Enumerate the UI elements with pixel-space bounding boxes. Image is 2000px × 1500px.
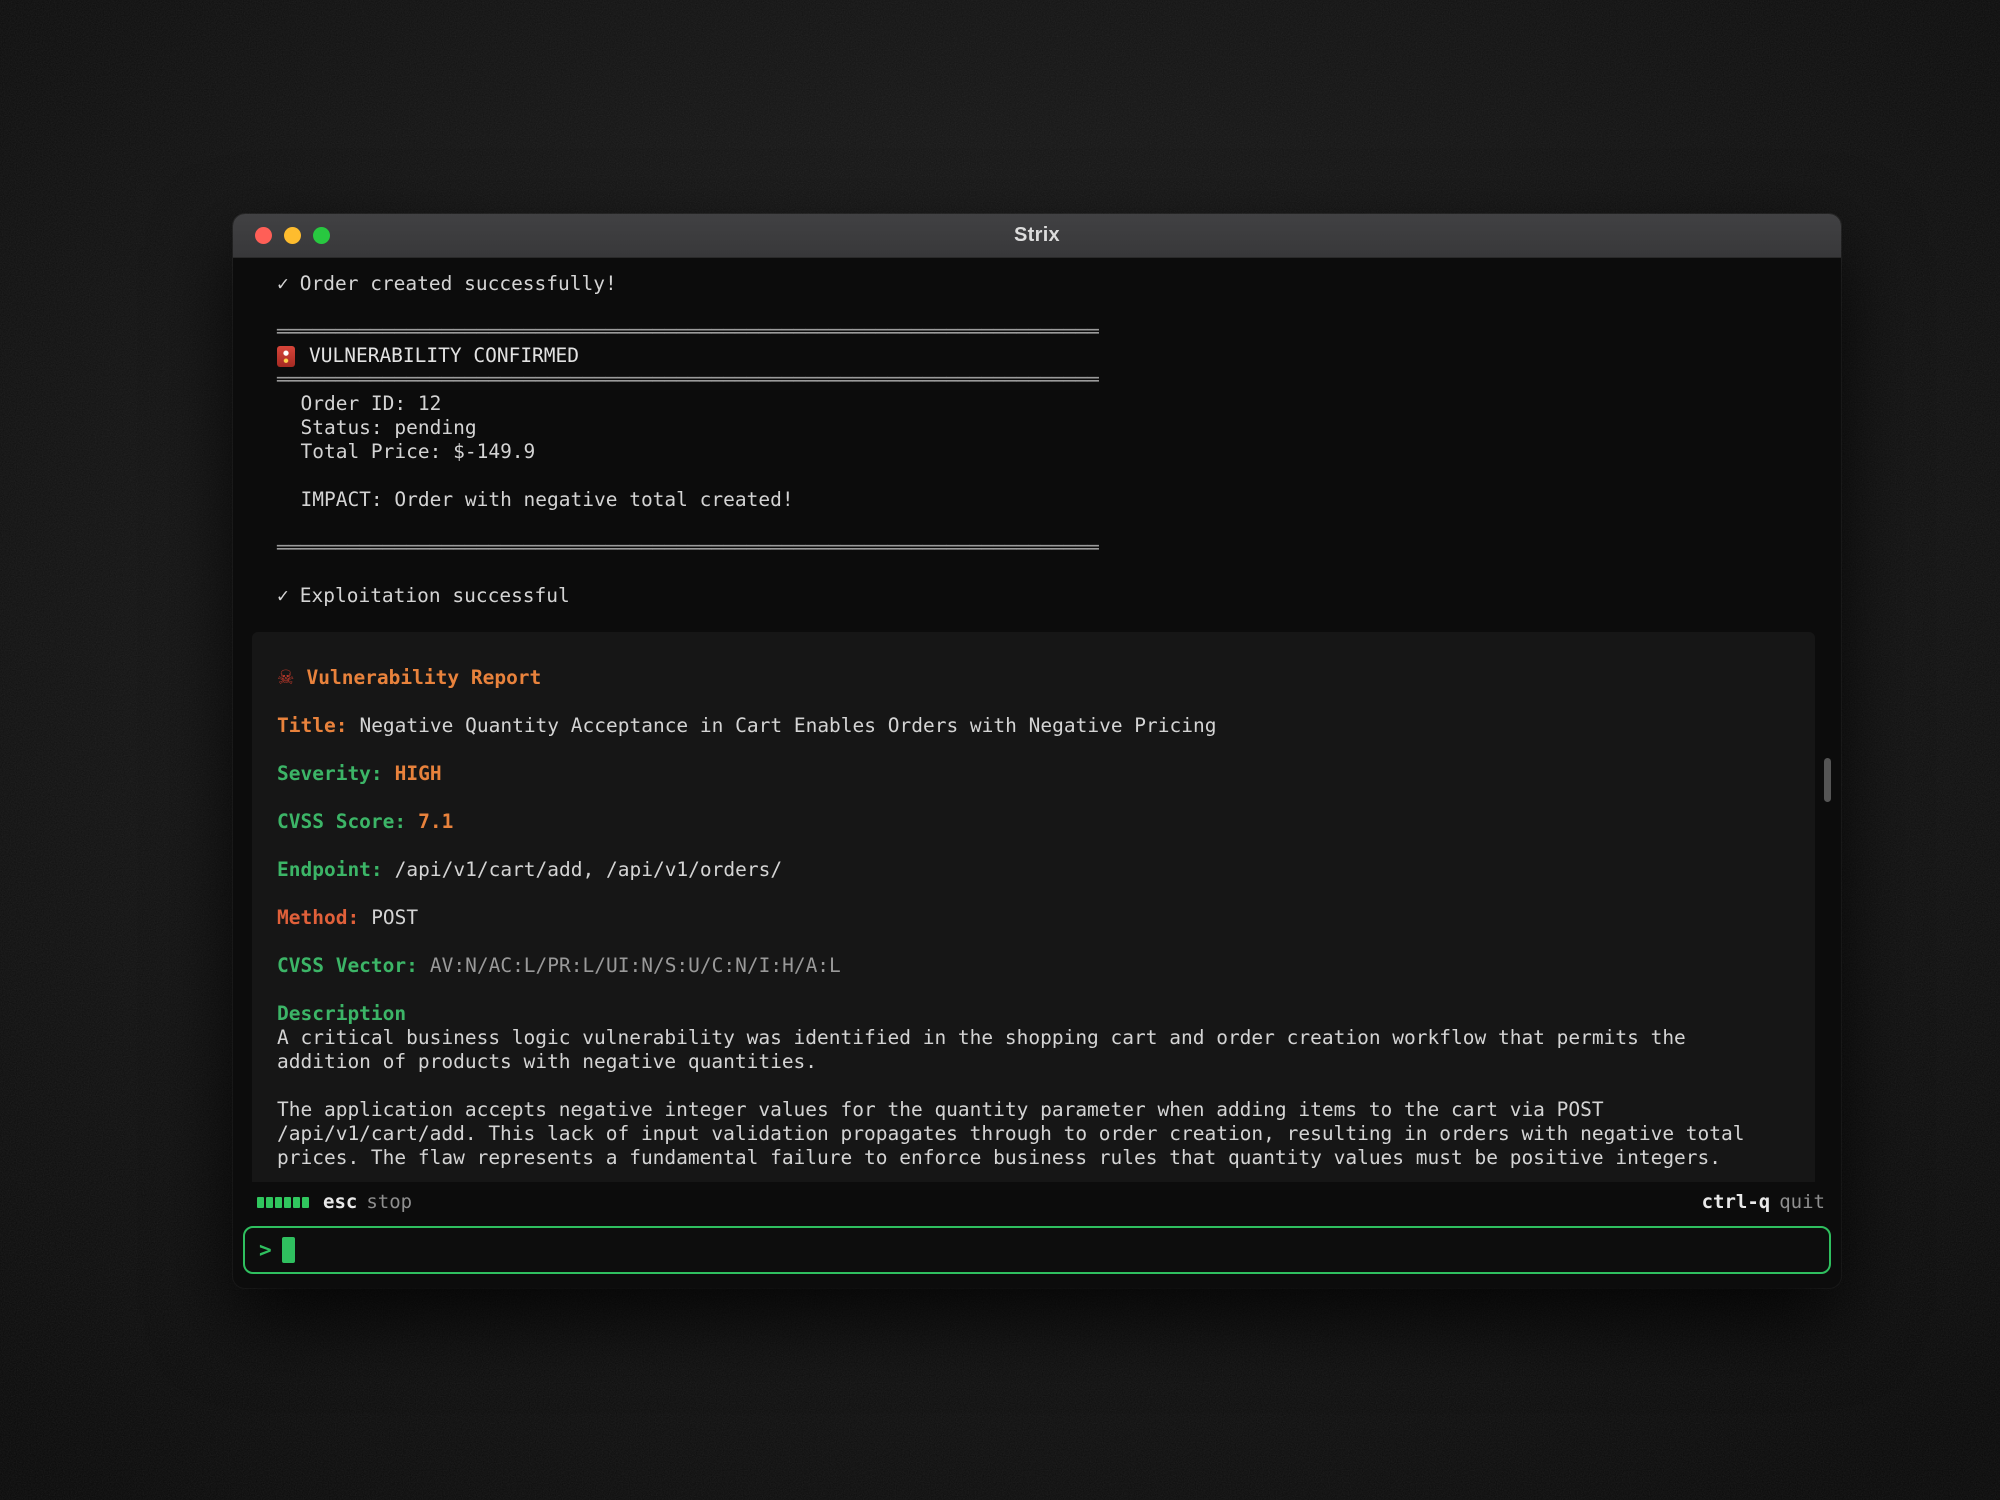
order-status-line: Status: pending [233,416,1841,440]
order-success-line: ✓ Order created successfully! [233,272,1841,296]
report-method-row: Method: POST [277,906,1775,930]
vulnerability-confirmed-text: VULNERABILITY CONFIRMED [309,344,579,368]
activity-indicator [257,1197,309,1208]
esc-key-hint: esc [323,1191,357,1213]
exploitation-success-line: ✓ Exploitation successful [233,584,1841,608]
check-icon: ✓ [277,584,289,607]
cvss-score-label: CVSS Score: [277,810,406,833]
endpoint-value: /api/v1/cart/add, /api/v1/orders/ [395,858,782,881]
terminal-output: ✓ Order created successfully! ═══════════… [233,258,1841,1182]
scrollbar-thumb[interactable] [1824,758,1831,802]
vulnerability-report-panel: ☠ Vulnerability Report Title: Negative Qua… [252,632,1815,1182]
quit-key-hint: ctrl-q [1702,1191,1771,1213]
method-label: Method: [277,906,359,929]
check-icon: ✓ [277,272,289,295]
total-price-line: Total Price: $-149.9 [233,440,1841,464]
report-cvss-row: CVSS Score: 7.1 [277,810,1775,834]
report-endpoint-row: Endpoint: /api/v1/cart/add, /api/v1/order… [277,858,1775,882]
severity-label: Severity: [277,762,383,785]
bug-icon: ☠ [277,666,294,689]
window-titlebar: Strix [233,214,1841,258]
report-title-row: Title: Negative Quantity Acceptance in Ca… [277,714,1775,738]
report-header-line: ☠ Vulnerability Report [277,666,1775,690]
separator-line: ════════════════════════════════════════… [233,536,1841,560]
cvss-score-value: 7.1 [418,810,453,833]
status-bar: esc stop ctrl-q quit [233,1182,1841,1222]
text-cursor [282,1237,295,1263]
exploitation-success-text: Exploitation successful [300,584,570,607]
title-label: Title: [277,714,347,737]
title-value: Negative Quantity Acceptance in Cart Ena… [359,714,1216,737]
method-value: POST [371,906,418,929]
zoom-window-button[interactable] [313,227,330,244]
alert-icon [277,346,295,367]
cvss-vector-label: CVSS Vector: [277,954,418,977]
terminal-window: Strix ✓ Order created successfully! ═════… [233,214,1841,1288]
cvss-vector-value: AV:N/AC:L/PR:L/UI:N/S:U/C:N/I:H/A:L [430,954,841,977]
impact-line: IMPACT: Order with negative total create… [233,488,1841,512]
description-paragraph-2: The application accepts negative integer… [277,1098,1775,1170]
traffic-lights [255,214,330,257]
order-success-text: Order created successfully! [300,272,617,295]
close-window-button[interactable] [255,227,272,244]
vulnerability-confirmed-line: VULNERABILITY CONFIRMED [233,344,1841,368]
quit-action-label: quit [1779,1191,1825,1213]
minimize-window-button[interactable] [284,227,301,244]
description-heading: Description [277,1002,1775,1026]
report-vector-row: CVSS Vector: AV:N/AC:L/PR:L/UI:N/S:U/C:N/… [277,954,1775,978]
report-severity-row: Severity: HIGH [277,762,1775,786]
separator-line: ════════════════════════════════════════… [233,368,1841,392]
esc-action-label: stop [366,1191,412,1213]
report-header-text: Vulnerability Report [306,666,541,689]
order-id-line: Order ID: 12 [233,392,1841,416]
separator-line: ════════════════════════════════════════… [233,320,1841,344]
description-paragraph-1: A critical business logic vulnerability … [277,1026,1775,1074]
command-input[interactable]: > [243,1226,1831,1274]
window-title: Strix [233,224,1841,247]
endpoint-label: Endpoint: [277,858,383,881]
prompt-symbol: > [259,1238,272,1262]
severity-value: HIGH [395,762,442,785]
